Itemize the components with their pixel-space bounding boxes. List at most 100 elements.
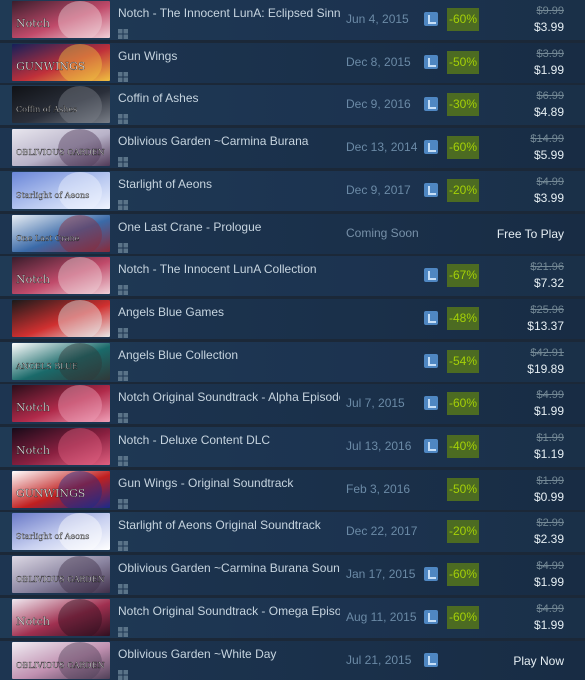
wishlist-badge-icon[interactable]	[424, 140, 438, 154]
wishlist-badge-icon[interactable]	[424, 183, 438, 197]
original-price: $6.99	[536, 90, 564, 102]
game-capsule[interactable]: Starlight of Aeons	[12, 513, 110, 550]
game-capsule[interactable]: GUNWINGS	[12, 44, 110, 81]
wishlist-badge-icon[interactable]	[424, 97, 438, 111]
store-row[interactable]: GUNWINGS Gun Wings Dec 8, 2015 -50% $3.99 $1.…	[0, 43, 585, 83]
final-price: $0.99	[533, 490, 564, 504]
store-row[interactable]: OBLIVIOUS GARDEN Oblivious Garden ~Carmin…	[0, 128, 585, 168]
game-title[interactable]: Starlight of Aeons Original Soundtrack	[118, 518, 340, 532]
release-date: Jan 17, 2015	[346, 567, 416, 581]
game-capsule[interactable]: Starlight of Aeons	[12, 172, 110, 209]
game-title[interactable]: Notch Original Soundtrack - Omega Episod…	[118, 604, 340, 618]
capsule-logo-text: OBLIVIOUS GARDEN	[16, 148, 105, 157]
game-title[interactable]: Notch - The Innocent LunA: Eclipsed Sinn…	[118, 6, 340, 20]
wishlist-badge-icon[interactable]	[424, 311, 438, 325]
store-row[interactable]: Notch Notch Original Soundtrack - Alpha E…	[0, 384, 585, 424]
windows-icon	[118, 111, 128, 124]
capsule-logo-text: Notch	[16, 273, 50, 286]
game-capsule[interactable]: OBLIVIOUS GARDEN	[12, 129, 110, 166]
final-price: $1.99	[533, 575, 564, 589]
wishlist-badge-icon[interactable]	[424, 439, 438, 453]
original-price: $3.99	[536, 48, 564, 60]
capsule-logo-text: ANGELS BLUE	[15, 362, 78, 371]
wishlist-badge-icon[interactable]	[424, 12, 438, 26]
store-row[interactable]: Notch Notch - The Innocent LunA Collectio…	[0, 256, 585, 296]
windows-icon	[118, 624, 128, 637]
capsule-logo-text: One Last Crane	[16, 234, 80, 243]
game-title[interactable]: Oblivious Garden ~Carmina Burana Soundt.…	[118, 561, 340, 575]
windows-icon	[118, 282, 128, 295]
game-capsule[interactable]: One Last Crane	[12, 215, 110, 252]
store-row[interactable]: OBLIVIOUS GARDEN Oblivious Garden ~Carmin…	[0, 555, 585, 595]
game-title[interactable]: Oblivious Garden ~Carmina Burana	[118, 134, 340, 148]
game-capsule[interactable]	[12, 300, 110, 337]
store-row[interactable]: GUNWINGS Gun Wings - Original Soundtrack F…	[0, 470, 585, 510]
wishlist-badge-icon[interactable]	[424, 610, 438, 624]
store-row[interactable]: One Last Crane One Last Crane - Prologue C…	[0, 214, 585, 254]
wishlist-badge-icon[interactable]	[424, 55, 438, 69]
game-title[interactable]: One Last Crane - Prologue	[118, 220, 340, 234]
capsule-logo-text: OBLIVIOUS GARDEN	[16, 661, 105, 670]
release-date: Jul 21, 2015	[346, 653, 412, 667]
game-title[interactable]: Gun Wings - Original Soundtrack	[118, 476, 340, 490]
final-price: $4.89	[533, 105, 564, 119]
store-row[interactable]: Notch Notch Original Soundtrack - Omega E…	[0, 598, 585, 638]
final-price: $1.99	[533, 404, 564, 418]
discount-badge: -54%	[447, 350, 479, 373]
store-list: Notch Notch - The Innocent LunA: Eclipsed…	[0, 0, 585, 680]
store-row[interactable]: Starlight of Aeons Starlight of Aeons Dec …	[0, 171, 585, 211]
wishlist-badge-icon[interactable]	[424, 354, 438, 368]
final-price: $7.32	[533, 276, 564, 290]
game-title[interactable]: Oblivious Garden ~White Day	[118, 647, 340, 661]
windows-icon	[118, 410, 128, 423]
windows-icon	[118, 26, 128, 39]
release-date: Jun 4, 2015	[346, 12, 409, 26]
windows-icon	[118, 453, 128, 466]
game-capsule[interactable]: GUNWINGS	[12, 471, 110, 508]
windows-icon	[118, 581, 128, 594]
game-title[interactable]: Angels Blue Collection	[118, 348, 340, 362]
wishlist-badge-icon[interactable]	[424, 567, 438, 581]
price-label[interactable]: Play Now	[513, 654, 564, 668]
release-date: Dec 8, 2015	[346, 55, 411, 69]
original-price: $21.96	[530, 261, 564, 273]
store-row[interactable]: Starlight of Aeons Starlight of Aeons Ori…	[0, 512, 585, 552]
game-title[interactable]: Notch - Deluxe Content DLC	[118, 433, 340, 447]
final-price: $5.99	[533, 148, 564, 162]
game-capsule[interactable]: Notch	[12, 1, 110, 38]
store-row[interactable]: ANGELS BLUE Angels Blue Collection -54% $42…	[0, 342, 585, 382]
release-date: Feb 3, 2016	[346, 482, 411, 496]
game-title[interactable]: Coffin of Ashes	[118, 91, 340, 105]
game-capsule[interactable]: OBLIVIOUS GARDEN	[12, 642, 110, 679]
game-title[interactable]: Angels Blue Games	[118, 305, 340, 319]
store-row[interactable]: Notch Notch - Deluxe Content DLC Jul 13, 2…	[0, 427, 585, 467]
store-row[interactable]: OBLIVIOUS GARDEN Oblivious Garden ~White …	[0, 641, 585, 680]
game-capsule[interactable]: ANGELS BLUE	[12, 343, 110, 380]
game-capsule[interactable]: Notch	[12, 428, 110, 465]
final-price: $1.19	[533, 447, 564, 461]
game-capsule[interactable]: Notch	[12, 257, 110, 294]
capsule-logo-text: Starlight of Aeons	[16, 191, 89, 200]
capsule-logo-text: OBLIVIOUS GARDEN	[16, 575, 105, 584]
discount-badge: -67%	[447, 264, 479, 287]
store-row[interactable]: Notch Notch - The Innocent LunA: Eclipsed…	[0, 0, 585, 40]
store-row[interactable]: Coffin of Ashes Coffin of Ashes Dec 9, 201…	[0, 85, 585, 125]
windows-icon	[118, 538, 128, 551]
game-title[interactable]: Starlight of Aeons	[118, 177, 340, 191]
store-row[interactable]: Angels Blue Games -48% $25.96 $13.37	[0, 299, 585, 339]
release-date: Coming Soon	[346, 226, 419, 240]
windows-icon	[118, 496, 128, 509]
release-date: Dec 9, 2016	[346, 97, 411, 111]
game-capsule[interactable]: Coffin of Ashes	[12, 86, 110, 123]
price-label[interactable]: Free To Play	[497, 227, 564, 241]
capsule-logo-text: Notch	[16, 401, 50, 414]
game-capsule[interactable]: Notch	[12, 385, 110, 422]
wishlist-badge-icon[interactable]	[424, 653, 438, 667]
game-capsule[interactable]: OBLIVIOUS GARDEN	[12, 556, 110, 593]
game-title[interactable]: Notch Original Soundtrack - Alpha Episod…	[118, 390, 340, 404]
game-title[interactable]: Gun Wings	[118, 49, 340, 63]
wishlist-badge-icon[interactable]	[424, 396, 438, 410]
game-capsule[interactable]: Notch	[12, 599, 110, 636]
wishlist-badge-icon[interactable]	[424, 268, 438, 282]
game-title[interactable]: Notch - The Innocent LunA Collection	[118, 262, 340, 276]
